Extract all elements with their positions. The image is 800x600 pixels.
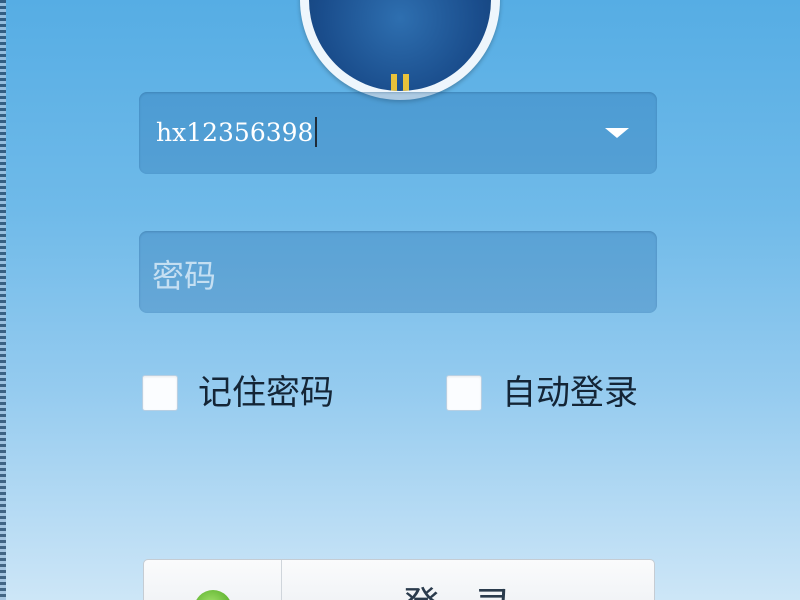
text-caret: [315, 117, 318, 147]
auto-login-label: 自动登录: [502, 373, 638, 413]
login-window: hx12356398 密码 记住密码 自动登录 登录: [0, 0, 800, 600]
login-status-cell[interactable]: [144, 560, 282, 600]
login-button[interactable]: 登录: [143, 559, 655, 600]
username-value[interactable]: hx12356398: [156, 116, 318, 150]
avatar-image: [309, 0, 491, 91]
username-field[interactable]: hx12356398: [139, 92, 657, 174]
avatar[interactable]: [300, 0, 500, 100]
login-button-label: 登录: [402, 584, 546, 600]
auto-login-checkbox[interactable]: [446, 375, 482, 411]
remember-password-option[interactable]: 记住密码: [142, 372, 334, 414]
window-edge: [0, 0, 6, 600]
remember-password-checkbox[interactable]: [142, 375, 178, 411]
password-placeholder: 密码: [152, 257, 217, 295]
status-icon[interactable]: [194, 590, 232, 600]
remember-password-label: 记住密码: [198, 373, 334, 413]
avatar-mark: [391, 74, 397, 91]
chevron-down-icon[interactable]: [605, 128, 629, 138]
auto-login-option[interactable]: 自动登录: [446, 372, 638, 414]
avatar-mark: [403, 74, 409, 91]
password-field[interactable]: 密码: [139, 231, 657, 313]
